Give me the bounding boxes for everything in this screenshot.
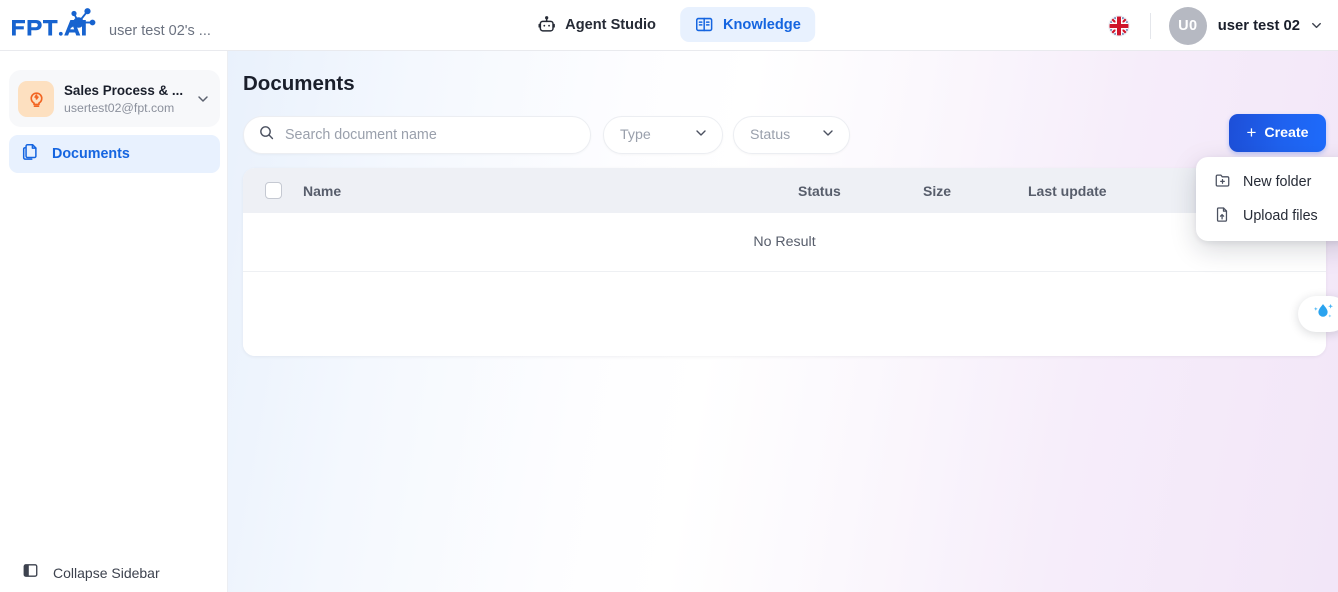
project-title: Sales Process & ...	[64, 82, 184, 98]
primary-nav: Agent Studio Knowledge	[523, 7, 815, 42]
ai-droplet-icon	[1310, 300, 1336, 329]
page-title: Documents	[243, 72, 355, 95]
chevron-down-icon[interactable]	[1309, 18, 1324, 33]
table-header-row: Name Status Size Last update	[243, 168, 1326, 213]
main-content: Documents Type Status + Create Name Stat…	[228, 51, 1338, 592]
column-header-status[interactable]: Status	[798, 183, 923, 199]
search-icon	[258, 124, 275, 146]
nav-item-knowledge[interactable]: Knowledge	[679, 7, 815, 42]
nav-label-knowledge: Knowledge	[722, 16, 801, 33]
fpt-ai-logo-icon[interactable]	[10, 8, 102, 42]
menu-item-upload-files[interactable]: Upload files	[1196, 199, 1338, 233]
create-dropdown-menu: New folder Upload files	[1196, 157, 1338, 241]
documents-table-card: Name Status Size Last update No Result	[243, 168, 1326, 356]
top-header: user test 02's ... Agent Studio Knowledg…	[0, 0, 1338, 51]
ai-assistant-button[interactable]	[1298, 296, 1338, 332]
menu-item-new-folder[interactable]: New folder	[1196, 165, 1338, 199]
uk-flag-icon[interactable]	[1107, 14, 1130, 37]
panel-collapse-icon	[22, 562, 39, 584]
book-icon	[694, 15, 714, 34]
avatar[interactable]: U0	[1168, 6, 1207, 45]
folder-plus-icon	[1214, 172, 1231, 193]
filter-status[interactable]: Status	[733, 116, 850, 154]
create-button[interactable]: + Create	[1229, 114, 1326, 152]
menu-item-label: New folder	[1243, 174, 1312, 190]
column-header-last-update[interactable]: Last update	[1028, 183, 1208, 199]
project-selector[interactable]: Sales Process & ... usertest02@fpt.com	[9, 70, 220, 127]
robot-icon	[537, 15, 556, 34]
brand: user test 02's ...	[0, 8, 211, 42]
chevron-down-icon[interactable]	[195, 91, 211, 107]
workspace-label: user test 02's ...	[109, 23, 211, 39]
header-right: U0 user test 02	[1107, 0, 1324, 51]
filter-status-label: Status	[750, 127, 791, 143]
sidebar-item-documents[interactable]: Documents	[9, 135, 220, 173]
lightbulb-icon	[18, 80, 54, 117]
filter-type-label: Type	[620, 127, 651, 143]
search-box[interactable]	[243, 116, 591, 154]
create-button-label: Create	[1264, 125, 1309, 141]
documents-icon	[21, 142, 40, 166]
plus-icon: +	[1246, 122, 1257, 142]
chevron-down-icon	[820, 125, 836, 146]
sidebar: Sales Process & ... usertest02@fpt.com D…	[0, 51, 228, 592]
nav-label-agent-studio: Agent Studio	[565, 16, 656, 33]
search-input[interactable]	[285, 117, 575, 153]
table-empty-state: No Result	[243, 213, 1326, 272]
table-footer	[243, 272, 1326, 356]
project-email: usertest02@fpt.com	[64, 100, 175, 115]
collapse-sidebar-label: Collapse Sidebar	[53, 565, 160, 581]
filter-type[interactable]: Type	[603, 116, 723, 154]
select-all-cell	[243, 182, 303, 199]
nav-item-agent-studio[interactable]: Agent Studio	[523, 7, 670, 42]
sidebar-item-label: Documents	[52, 146, 130, 162]
collapse-sidebar-button[interactable]: Collapse Sidebar	[22, 562, 160, 584]
file-upload-icon	[1214, 206, 1231, 227]
column-header-size[interactable]: Size	[923, 183, 1028, 199]
select-all-checkbox[interactable]	[264, 182, 282, 199]
menu-item-label: Upload files	[1243, 208, 1318, 224]
column-header-name[interactable]: Name	[303, 183, 798, 199]
chevron-down-icon	[693, 125, 709, 146]
header-divider	[1149, 12, 1151, 39]
user-name: user test 02	[1217, 17, 1300, 34]
